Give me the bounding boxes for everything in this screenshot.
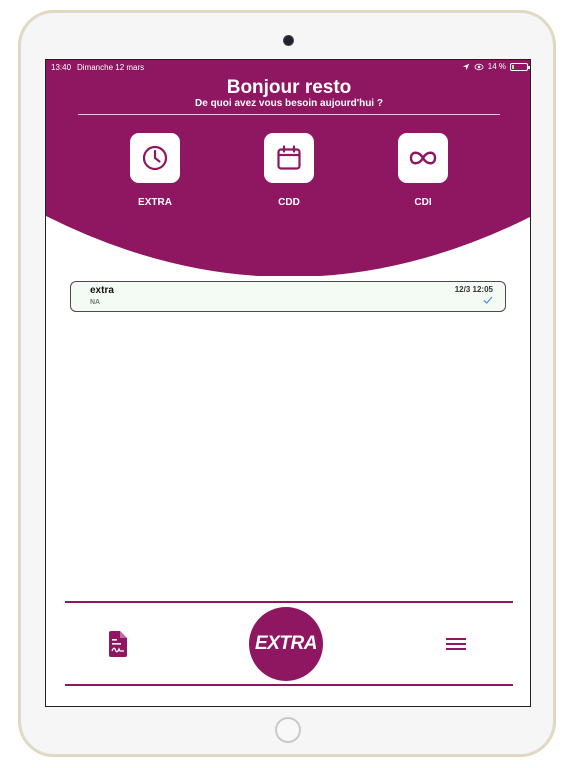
app-screen: 13:40 Dimanche 12 mars 14 % Bonjour rest… [45, 59, 531, 707]
checkmark-icon [483, 296, 493, 304]
document-signature-icon[interactable] [107, 630, 129, 658]
bottom-bar-top-line [65, 601, 513, 603]
category-cdi-tile[interactable] [398, 133, 448, 183]
page-title: Bonjour resto [226, 77, 352, 98]
location-arrow-icon [462, 63, 469, 70]
clock-icon [142, 145, 168, 171]
list-item-title: extra [90, 285, 114, 296]
front-camera [283, 35, 294, 46]
category-cdd-label: CDD [278, 197, 300, 208]
hamburger-menu-icon[interactable] [446, 635, 466, 653]
list-item-subtitle: NA [90, 299, 101, 306]
category-extra-tile[interactable] [130, 133, 180, 183]
category-cdi-label: CDI [414, 197, 432, 208]
screen-lock-rotation-icon [474, 63, 484, 70]
header-divider [78, 114, 500, 115]
home-button[interactable] [275, 717, 301, 743]
status-time: 13:40 [51, 63, 72, 72]
status-indicators: 14 % [462, 62, 530, 71]
category-cdi[interactable]: CDI [388, 133, 458, 208]
category-cdd[interactable]: CDD [254, 133, 324, 208]
page-subtitle: De quoi avez vous besoin aujourd'hui ? [195, 98, 383, 109]
list-item[interactable]: extra NA 12/3 12:05 [70, 281, 506, 312]
battery-percent: 14 % [487, 62, 506, 71]
list-item-date: 12/3 12:05 [454, 285, 493, 294]
status-date: Dimanche 12 mars [77, 63, 145, 72]
extra-button[interactable]: EXTRA [249, 607, 323, 681]
battery-fill [512, 64, 514, 69]
status-bar: 13:40 Dimanche 12 mars 14 % [46, 60, 530, 76]
bottom-bar-bottom-line [65, 684, 513, 686]
calendar-icon [277, 145, 301, 170]
infinity-icon [409, 151, 437, 165]
category-extra-label: EXTRA [138, 197, 172, 208]
category-cdd-tile[interactable] [264, 133, 314, 183]
extra-button-label: EXTRA [255, 633, 317, 654]
category-extra[interactable]: EXTRA [120, 133, 190, 208]
battery-icon [510, 62, 530, 71]
